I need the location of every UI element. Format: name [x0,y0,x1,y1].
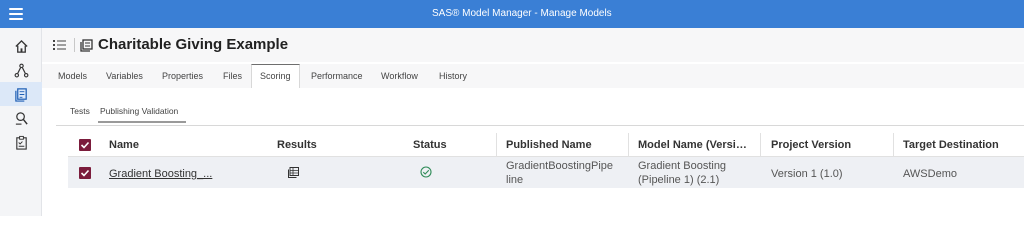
nav-search-button[interactable] [0,106,42,130]
tab-files[interactable]: Files [223,64,242,88]
nav-home-button[interactable] [0,34,42,58]
subtab-tests[interactable]: Tests [70,106,90,116]
check-icon [80,169,90,177]
tab-models[interactable]: Models [58,64,87,88]
column-header-name[interactable]: Name [109,139,139,151]
published-name-line1: GradientBoostingPipe [506,160,614,172]
column-header-model-name[interactable]: Model Name (Versi… [638,139,747,151]
pipeline-icon [14,63,28,77]
nav-pipeline-button[interactable] [0,58,42,82]
tab-history[interactable]: History [439,64,467,88]
project-version-cell: Version 1 (1.0) [771,168,843,180]
column-header-results[interactable]: Results [277,139,317,151]
check-icon [80,141,90,149]
table-row[interactable]: Gradient Boosting_... GradientBoostingPi… [68,157,1024,188]
page-title: Charitable Giving Example [98,36,289,53]
tab-variables[interactable]: Variables [106,64,143,88]
list-icon[interactable] [53,39,66,51]
app-header: SAS® Model Manager - Manage Models [0,0,1024,28]
column-divider [628,133,629,157]
column-header-status[interactable]: Status [413,139,447,151]
subtab-divider [56,125,1024,126]
success-check-icon [420,166,432,178]
nav-tasks-button[interactable] [0,130,42,154]
subtab-bar: Tests Publishing Validation [42,88,1024,126]
column-divider [760,133,761,157]
search-icon [15,111,28,125]
left-nav [0,28,42,216]
tab-workflow[interactable]: Workflow [381,64,418,88]
header-divider [74,38,75,52]
select-all-checkbox[interactable] [79,139,91,151]
nav-models-button[interactable] [0,82,42,106]
models-icon [14,87,27,102]
column-header-target-destination[interactable]: Target Destination [903,139,999,151]
model-name-line2: (Pipeline 1) (2.1) [638,174,720,186]
tab-bar: Models Variables Properties Files Scorin… [42,64,1024,88]
tab-performance[interactable]: Performance [311,64,363,88]
column-header-project-version[interactable]: Project Version [771,139,851,151]
results-table-icon[interactable] [288,167,299,178]
row-checkbox[interactable] [79,167,91,179]
subtab-publishing-validation[interactable]: Publishing Validation [98,106,187,123]
page-header: Charitable Giving Example [42,28,1024,62]
home-icon [14,39,28,53]
app-title: SAS® Model Manager - Manage Models [432,8,612,19]
target-destination-cell: AWSDemo [903,168,957,180]
column-divider [496,133,497,157]
column-header-published-name[interactable]: Published Name [506,139,592,151]
tasks-icon [15,135,27,150]
model-icon [80,39,93,52]
row-name-link[interactable]: Gradient Boosting_... [109,168,212,180]
column-divider [893,133,894,157]
tab-scoring[interactable]: Scoring [251,64,300,88]
tab-properties[interactable]: Properties [162,64,203,88]
model-name-line1: Gradient Boosting [638,160,727,172]
published-name-line2: line [506,174,524,186]
table-header: Name Results Status Published Name Model… [68,133,1024,157]
